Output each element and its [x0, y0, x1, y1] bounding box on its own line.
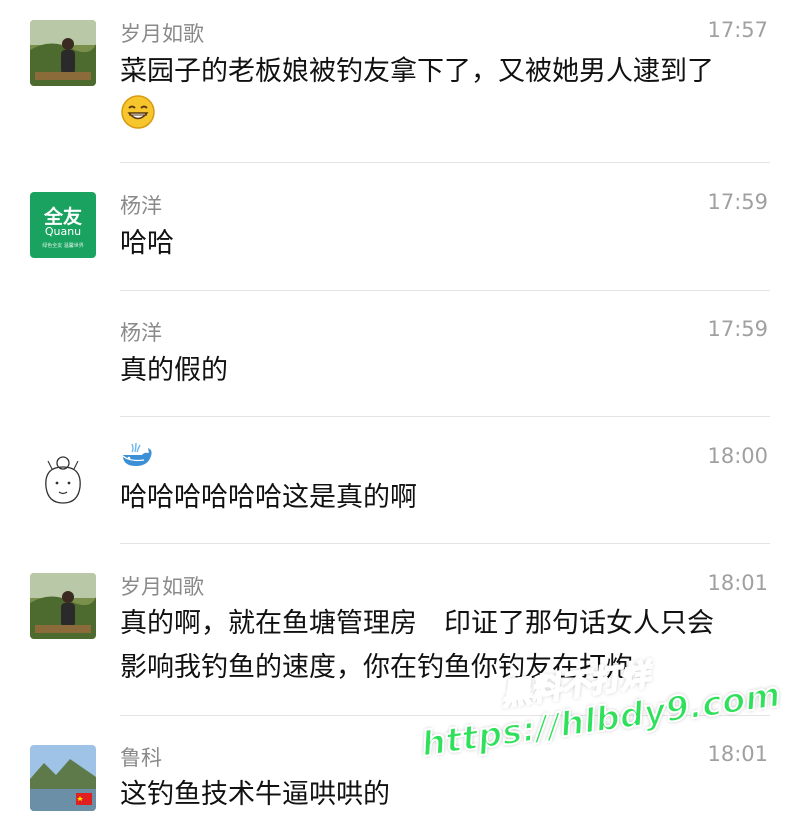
avatar-quanu[interactable]: 全友 Quanu 绿色全友 温馨世界 [30, 192, 96, 258]
message-text: 菜园子的老板娘被钓友拿下了，又被她男人逮到了 [120, 50, 770, 144]
message-text: 哈哈 [120, 228, 174, 259]
sender-name: 杨洋 [120, 321, 162, 345]
message-time: 18:01 [707, 742, 768, 766]
grinning-face-icon [120, 94, 156, 144]
sender-name: 岁月如歌 [120, 575, 204, 599]
sender-name-whale [120, 440, 154, 473]
message-text-line: 真的啊，就在鱼塘管理房 印证了那句话女人只会 [120, 608, 714, 639]
avatar-photo-landscape [30, 745, 96, 811]
message-text: 真的假的 [120, 355, 228, 386]
divider [120, 416, 770, 417]
message-text-line: 菜园子的老板娘被钓友拿下了，又被她男人逮到了 [120, 56, 714, 87]
divider [120, 543, 770, 544]
message-text: 哈哈哈哈哈哈这是真的啊 [120, 482, 417, 513]
sender-name: 鲁科 [120, 746, 162, 770]
message-text: 真的啊，就在鱼塘管理房 印证了那句话女人只会 影响我钓鱼的速度，你在钓鱼你钓友在… [120, 602, 770, 690]
avatar[interactable] [30, 573, 96, 639]
divider [120, 290, 770, 291]
message-time: 18:00 [707, 444, 768, 468]
message-time: 17:59 [707, 317, 768, 341]
avatar-sketch[interactable] [30, 447, 96, 513]
avatar[interactable] [30, 20, 96, 86]
message-time: 18:01 [707, 571, 768, 595]
brand-tagline: 绿色全友 温馨世界 [42, 243, 84, 249]
message-text: 这钓鱼技术牛逼哄哄的 [120, 779, 390, 810]
avatar-doodle-face [45, 456, 81, 504]
sender-name: 岁月如歌 [120, 22, 204, 46]
sender-name: 杨洋 [120, 194, 162, 218]
message-time: 17:57 [707, 18, 768, 42]
message-time: 17:59 [707, 190, 768, 214]
whale-icon [122, 442, 152, 466]
avatar[interactable] [30, 745, 96, 811]
avatar-photo-man-outdoors [30, 573, 96, 639]
avatar-photo-man-outdoors [30, 20, 96, 86]
brand-logo-en: Quanu [44, 225, 82, 238]
divider [120, 162, 770, 163]
